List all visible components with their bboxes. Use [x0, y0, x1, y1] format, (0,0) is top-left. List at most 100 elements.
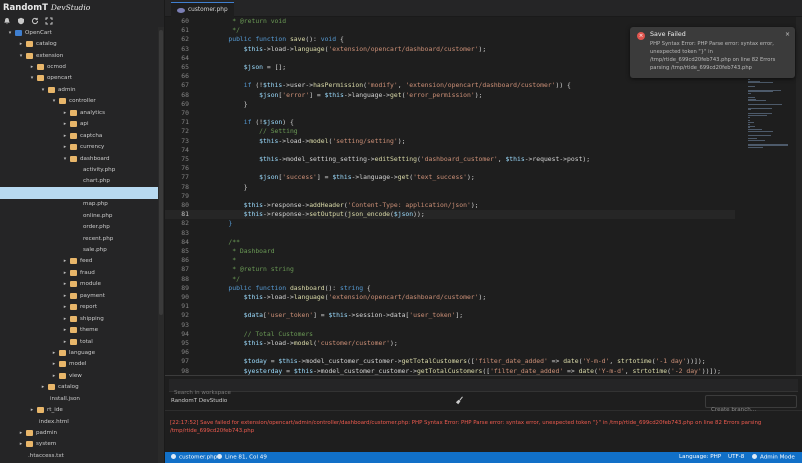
chevron-down-icon[interactable]: ▾ — [62, 156, 68, 162]
close-icon[interactable]: × — [785, 31, 790, 38]
chevron-right-icon[interactable]: ▸ — [62, 133, 68, 139]
tree-item-module[interactable]: ▸ module — [0, 279, 158, 290]
chevron-right-icon[interactable]: ▸ — [51, 361, 57, 367]
tree-item-api[interactable]: ▸ api — [0, 119, 158, 130]
code-line[interactable]: 94 // Total Customers — [165, 330, 735, 339]
shield-icon[interactable] — [17, 17, 25, 25]
tree-item-report[interactable]: ▸ report — [0, 302, 158, 313]
chevron-down-icon[interactable]: ▾ — [18, 53, 24, 59]
bell-icon[interactable] — [3, 17, 11, 25]
tree-item-online-php[interactable]: online.php — [0, 210, 158, 221]
tree-item-payment[interactable]: ▸ payment — [0, 290, 158, 301]
code-line[interactable]: 77 $json['success'] = $this->language->g… — [165, 173, 735, 182]
tree-item-ocmod[interactable]: ▸ ocmod — [0, 61, 158, 72]
tree-item-opencart[interactable]: ▾ opencart — [0, 73, 158, 84]
code-line[interactable]: 88 */ — [165, 275, 735, 284]
tree-item-recent-php[interactable]: recent.php — [0, 233, 158, 244]
code-line[interactable]: 73 $this->load->model('setting/setting')… — [165, 137, 735, 146]
chevron-down-icon[interactable]: ▾ — [40, 87, 46, 93]
code-line[interactable]: 96 — [165, 348, 735, 357]
chevron-right-icon[interactable]: ▸ — [40, 384, 46, 390]
chevron-right-icon[interactable]: ▸ — [51, 350, 57, 356]
status-file[interactable]: customer.php — [171, 454, 217, 461]
status-encoding[interactable]: UTF-8 — [728, 454, 744, 460]
code-line[interactable]: 85 * Dashboard — [165, 247, 735, 256]
tree-item-total[interactable]: ▸ total — [0, 336, 158, 347]
status-mode[interactable]: Admin Mode — [752, 454, 795, 461]
tree-item-chart-php[interactable]: chart.php — [0, 176, 158, 187]
editor-scrollbar[interactable] — [796, 17, 802, 375]
chevron-right-icon[interactable]: ▸ — [62, 327, 68, 333]
code-line[interactable]: 93 — [165, 321, 735, 330]
expand-icon[interactable] — [45, 17, 53, 25]
tree-item-shipping[interactable]: ▸ shipping — [0, 313, 158, 324]
chevron-right-icon[interactable]: ▸ — [62, 270, 68, 276]
code-line[interactable]: 81 $this->response->setOutput(json_encod… — [165, 210, 735, 220]
chevron-right-icon[interactable]: ▸ — [62, 258, 68, 264]
tree-item-index-html[interactable]: index.html — [0, 416, 158, 427]
tree-item-sale-php[interactable]: sale.php — [0, 244, 158, 255]
code-line[interactable]: 69 } — [165, 100, 735, 109]
tab-customer-php[interactable]: customer.php — [171, 2, 234, 17]
chevron-right-icon[interactable]: ▸ — [18, 430, 24, 436]
tree-item-catalog[interactable]: ▸ catalog — [0, 382, 158, 393]
chevron-down-icon[interactable]: ▾ — [7, 30, 13, 36]
tree-item-currency[interactable]: ▸ currency — [0, 141, 158, 152]
tree-item-system[interactable]: ▸ system — [0, 439, 158, 450]
code-line[interactable]: 75 $this->model_setting_setting->editSet… — [165, 155, 735, 164]
tree-item-analytics[interactable]: ▸ analytics — [0, 107, 158, 118]
chevron-down-icon[interactable]: ▾ — [51, 98, 57, 104]
chevron-right-icon[interactable]: ▸ — [51, 373, 57, 379]
tree-item-controller[interactable]: ▾ controller — [0, 96, 158, 107]
code-line[interactable]: 84 /** — [165, 238, 735, 247]
tree-item-captcha[interactable]: ▸ captcha — [0, 130, 158, 141]
tree-item-selected[interactable] — [0, 187, 158, 199]
code-line[interactable]: 90 $this->load->language('extension/open… — [165, 293, 735, 302]
chevron-right-icon[interactable]: ▸ — [29, 407, 35, 413]
chevron-right-icon[interactable]: ▸ — [62, 281, 68, 287]
tree-item-language[interactable]: ▸ language — [0, 347, 158, 358]
chevron-right-icon[interactable]: ▸ — [62, 121, 68, 127]
tree-item-theme[interactable]: ▸ theme — [0, 324, 158, 335]
status-language[interactable]: Language: PHP — [679, 454, 721, 460]
chevron-right-icon[interactable]: ▸ — [18, 441, 24, 447]
code-line[interactable]: 78 } — [165, 183, 735, 192]
code-line[interactable]: 83 — [165, 229, 735, 238]
code-line[interactable]: 92 $data['user_token'] = $this->session-… — [165, 311, 735, 320]
code-line[interactable]: 95 $this->load->model('customer/customer… — [165, 339, 735, 348]
tree-item-padmin[interactable]: ▸ padmin — [0, 427, 158, 438]
code-line[interactable]: 97 $today = $this->model_customer_custom… — [165, 357, 735, 366]
code-line[interactable]: 68 $json['error'] = $this->language->get… — [165, 91, 735, 100]
tree-item-dashboard[interactable]: ▾ dashboard — [0, 153, 158, 164]
code-line[interactable]: 76 — [165, 164, 735, 173]
code-line[interactable]: 91 — [165, 302, 735, 311]
tree-item-admin[interactable]: ▾ admin — [0, 84, 158, 95]
chevron-right-icon[interactable]: ▸ — [62, 304, 68, 310]
create-branch-input[interactable] — [706, 404, 796, 416]
tree-item-rt-ide[interactable]: ▸ rt_ide — [0, 404, 158, 415]
clear-output-icon[interactable] — [455, 396, 464, 407]
chevron-right-icon[interactable]: ▸ — [29, 64, 35, 70]
tree-item-map-php[interactable]: map.php — [0, 199, 158, 210]
tree-item-feed[interactable]: ▸ feed — [0, 256, 158, 267]
code-line[interactable]: 60 * @return void — [165, 17, 735, 26]
chevron-right-icon[interactable]: ▸ — [62, 339, 68, 345]
tree-item-htaccess-txt[interactable]: .htaccess.txt — [0, 450, 158, 461]
tree-item-order-php[interactable]: order.php — [0, 221, 158, 232]
code-line[interactable]: 87 * @return string — [165, 265, 735, 274]
chevron-right-icon[interactable]: ▸ — [62, 110, 68, 116]
code-line[interactable]: 72 // Setting — [165, 127, 735, 136]
code-line[interactable]: 80 $this->response->addHeader('Content-T… — [165, 201, 735, 210]
code-line[interactable]: 79 — [165, 192, 735, 201]
chevron-down-icon[interactable]: ▾ — [29, 75, 35, 81]
code-line[interactable]: 74 — [165, 146, 735, 155]
chevron-right-icon[interactable]: ▸ — [18, 41, 24, 47]
code-line[interactable]: 86 * — [165, 256, 735, 265]
sidebar-scrollbar-thumb[interactable] — [159, 30, 163, 315]
tree-item-catalog[interactable]: ▸ catalog — [0, 38, 158, 49]
tree-item-activity-php[interactable]: activity.php — [0, 164, 158, 175]
status-position[interactable]: Line 81, Col 49 — [217, 454, 267, 461]
code-line[interactable]: 82 } — [165, 219, 735, 228]
refresh-icon[interactable] — [31, 17, 39, 25]
tree-item-extension[interactable]: ▾ extension — [0, 50, 158, 61]
